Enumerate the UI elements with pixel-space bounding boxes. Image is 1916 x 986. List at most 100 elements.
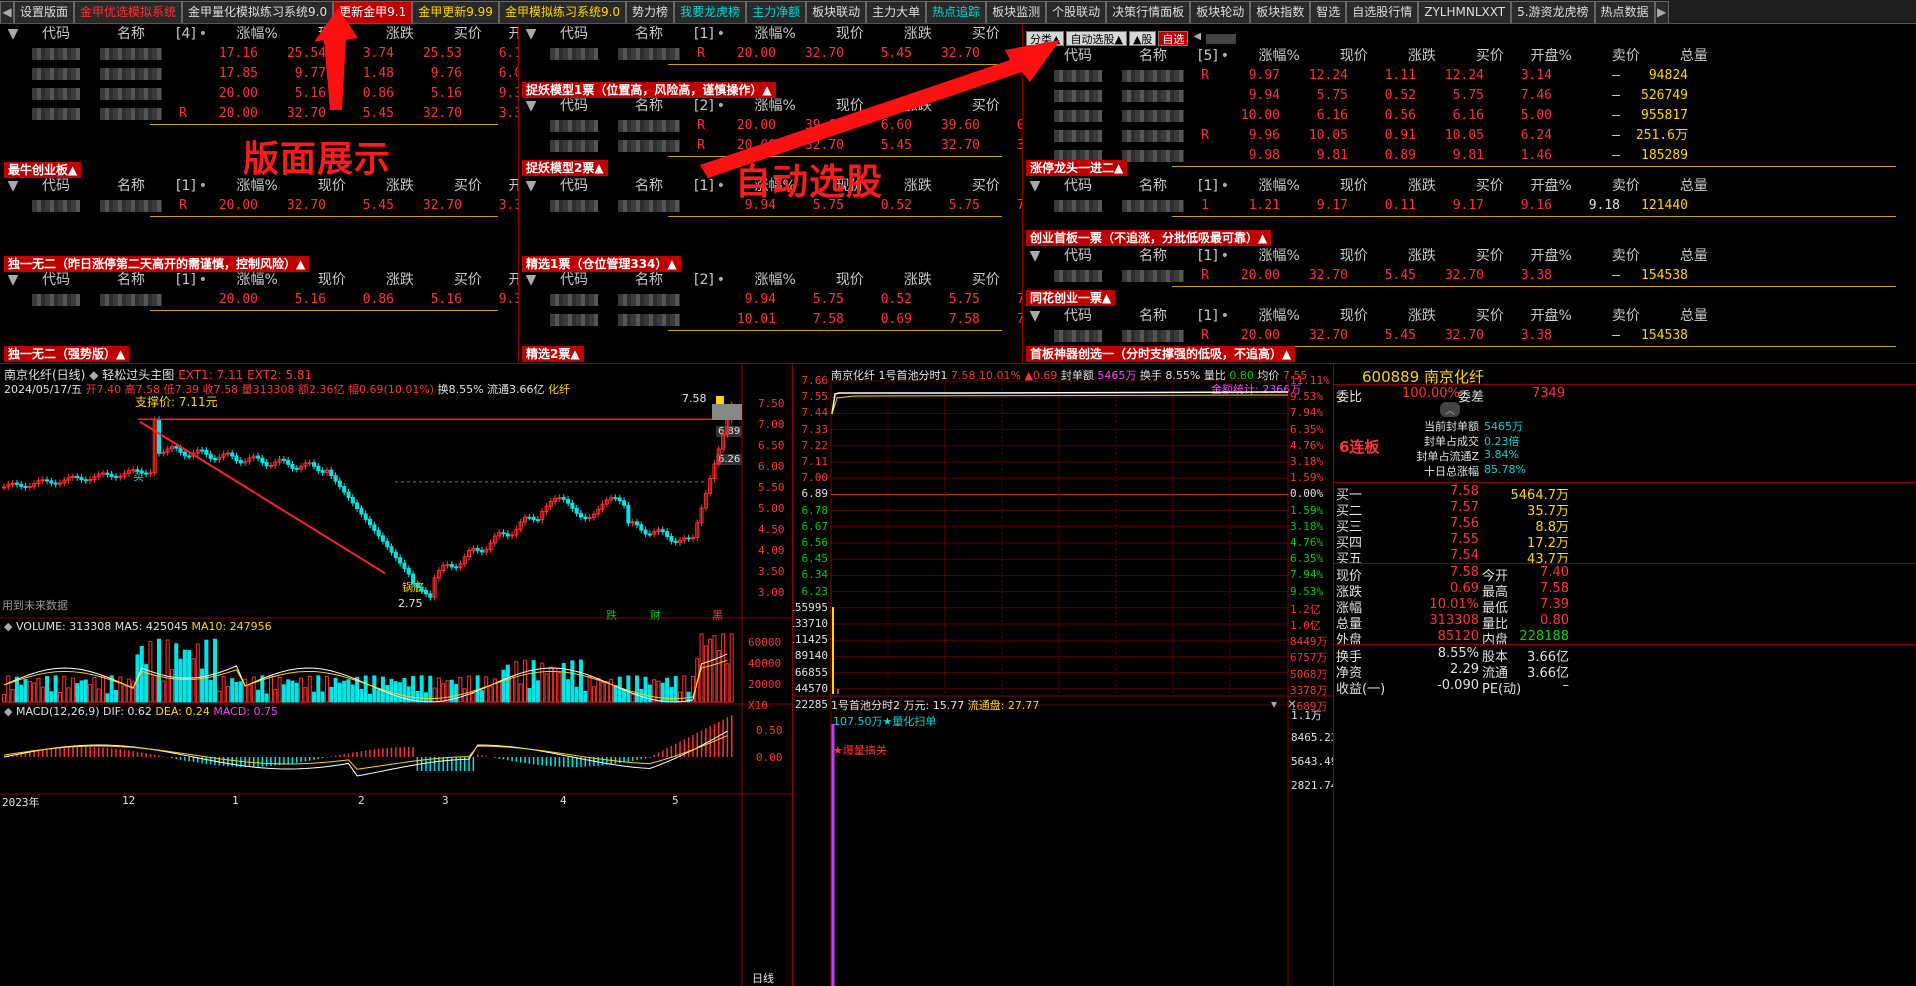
candle: [406, 568, 411, 575]
candle: [79, 477, 84, 481]
volume-bar: [359, 689, 364, 703]
volume-bar: [591, 686, 596, 703]
volume-bar: [389, 678, 394, 703]
candle: [531, 516, 536, 521]
dropdown-icon[interactable]: ▾: [1271, 697, 1277, 711]
volume-bar: [488, 685, 493, 703]
volume-bar: [281, 684, 286, 703]
sub-right-tick: 8465.23: [1291, 731, 1333, 744]
macd-dif: DIF: 0.62: [103, 705, 152, 718]
volume-bar: [337, 682, 342, 703]
candle: [238, 460, 243, 464]
volume-bar: [182, 649, 187, 703]
expand-icon[interactable]: ︿: [1440, 402, 1460, 417]
candle: [423, 589, 428, 595]
volume-bar: [604, 681, 609, 703]
candle: [333, 475, 338, 482]
candle: [109, 473, 114, 477]
volume-bar: [587, 676, 592, 703]
volume-bar: [376, 689, 381, 703]
candle: [312, 462, 317, 467]
stat-value: 85120: [1437, 629, 1479, 644]
candle: [346, 491, 351, 498]
volume-bar: [247, 685, 252, 703]
seal-label: 十日总涨幅: [1424, 465, 1479, 478]
volume-bar: [152, 675, 157, 703]
seal-value: 5465万: [1484, 420, 1523, 433]
volume-bar: [294, 682, 299, 703]
volume-bar: [346, 679, 351, 703]
sub-unit: 万元: 15.77: [903, 699, 965, 712]
macd-label: MACD(12,26,9): [15, 705, 100, 718]
volume-bar: [122, 685, 127, 703]
candle: [286, 459, 291, 465]
volume-bar: [316, 675, 321, 703]
volume-bar: [23, 679, 28, 703]
stat-value: 7.39: [1540, 597, 1569, 612]
candle: [578, 512, 583, 518]
candle: [234, 455, 239, 462]
kline-x-tick: 2: [358, 794, 365, 807]
divider: [1334, 384, 1916, 385]
candle: [617, 497, 622, 502]
volume-bar: [277, 676, 282, 703]
volume-bar: [273, 688, 278, 703]
volume-bar: [307, 675, 312, 703]
volume-bar: [497, 681, 502, 703]
volume-bar: [652, 679, 657, 703]
volume-bar: [45, 676, 50, 703]
period-label[interactable]: 日线: [752, 970, 774, 986]
volume-bar: [169, 669, 174, 703]
kline-canvas[interactable]: [0, 364, 792, 986]
candle: [135, 469, 140, 472]
candle: [316, 465, 321, 472]
volume-label: VOLUME: 313308: [15, 620, 112, 633]
volume-bar: [600, 682, 605, 703]
kline-x-tick: 5: [672, 794, 679, 807]
candle: [557, 497, 562, 500]
candle: [105, 472, 110, 475]
volume-bar: [303, 687, 308, 703]
volume-bar: [510, 676, 515, 703]
intraday-canvas[interactable]: [793, 364, 1333, 986]
candle: [393, 551, 398, 559]
volume-bar: [566, 679, 571, 703]
book-price: 7.55: [1450, 532, 1479, 547]
candle: [113, 475, 118, 478]
candle: [368, 518, 372, 526]
volume-bar: [320, 691, 325, 703]
volume-y-tick: X10: [748, 699, 768, 712]
candle: [53, 482, 58, 485]
volume-bar: [527, 687, 532, 703]
volume-bar: [669, 686, 674, 703]
candle: [350, 497, 355, 504]
volume-bar: [553, 667, 558, 703]
candle: [200, 449, 205, 452]
volume-bar: [514, 661, 519, 703]
volume-ma5: MA5: 425045: [114, 620, 188, 633]
candle: [389, 546, 394, 553]
volume-bar: [505, 664, 510, 703]
candle: [212, 457, 217, 461]
stat-label: 收益(一): [1336, 682, 1386, 697]
candle: [208, 453, 213, 459]
candle: [673, 540, 678, 543]
candle: [230, 452, 235, 457]
collapse-icon[interactable]: ◆: [4, 705, 12, 718]
collapse-icon[interactable]: ◆: [4, 620, 12, 633]
volume-bar: [342, 680, 347, 703]
seal-label: 封单占成交: [1424, 435, 1479, 448]
candle: [144, 472, 149, 475]
sub-right-tick: 5643.49: [1291, 755, 1333, 768]
volume-bar: [544, 673, 549, 703]
arrow-up-icon: [314, 8, 358, 110]
candle: [376, 529, 381, 537]
volume-bar: [557, 672, 562, 703]
volume-bar: [113, 689, 118, 703]
wc-label: 委差: [1458, 390, 1485, 405]
sub-right-tick: 1.1万: [1291, 709, 1322, 722]
quote-panel: 600889 南京化纤 委比 100.00% 委差 7349 ︿ 6连板 当前封…: [1333, 364, 1916, 986]
volume-bar: [678, 691, 683, 703]
volume-bar: [251, 676, 256, 703]
candle: [204, 449, 209, 455]
